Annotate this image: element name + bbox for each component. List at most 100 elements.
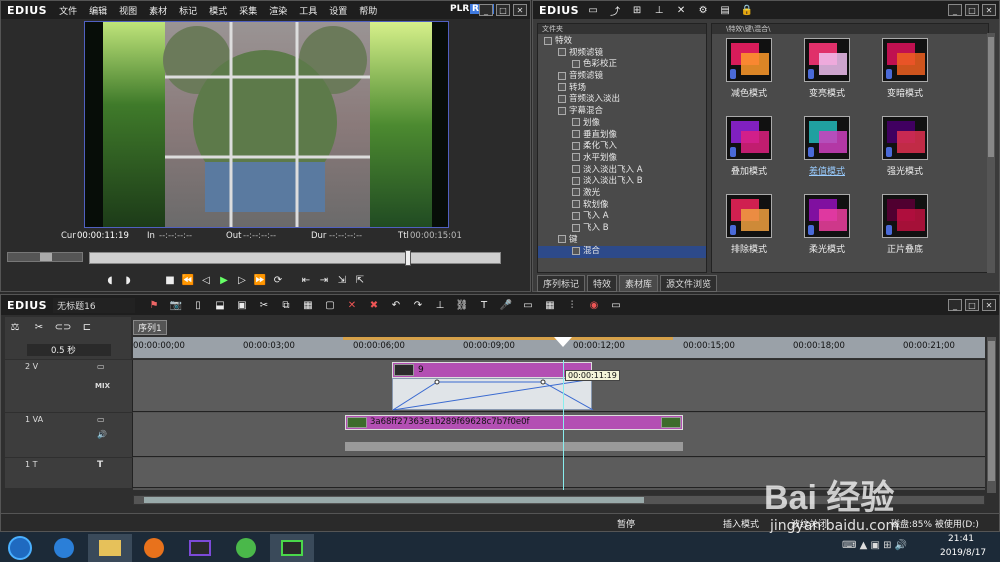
overwrite-icon[interactable]: ⇱ bbox=[351, 272, 369, 288]
mixer-icon[interactable]: ⫶ bbox=[564, 297, 580, 313]
clip-v2[interactable]: 9 bbox=[392, 362, 592, 378]
effect-thumbnail[interactable] bbox=[804, 194, 850, 238]
track-tool-icon-1[interactable]: ⚖ bbox=[7, 319, 23, 335]
render-icon[interactable]: ▭ bbox=[520, 297, 536, 313]
menu-item[interactable]: 帮助 bbox=[359, 7, 377, 17]
start-button[interactable] bbox=[0, 534, 40, 562]
track-t1-title-icon[interactable]: T bbox=[97, 460, 103, 470]
split-icon[interactable]: ⊥ bbox=[432, 297, 448, 313]
effect-label[interactable]: 正片叠底 bbox=[870, 242, 940, 255]
tree-item[interactable]: 音频淡入淡出 bbox=[538, 94, 706, 106]
menu-item[interactable]: 标记 bbox=[179, 7, 197, 17]
playhead-marker[interactable] bbox=[554, 337, 572, 347]
menu-item[interactable]: 素材 bbox=[149, 7, 167, 17]
shuttle-slider[interactable] bbox=[7, 252, 83, 262]
snapshot-icon[interactable]: 📷 bbox=[168, 297, 184, 313]
tree-item[interactable]: 淡入淡出飞入 A bbox=[538, 165, 706, 177]
delete-icon[interactable]: ✕ bbox=[673, 2, 689, 18]
effect-thumbnail[interactable] bbox=[726, 116, 772, 160]
effect-label[interactable]: 强光模式 bbox=[870, 164, 940, 177]
prev-edit-icon[interactable]: ⇤ bbox=[297, 272, 315, 288]
insert-icon[interactable]: ⇲ bbox=[333, 272, 351, 288]
effect-thumbnail[interactable] bbox=[804, 38, 850, 82]
up-folder-icon[interactable]: ⤴ bbox=[607, 2, 623, 18]
grid-icon[interactable]: ▦ bbox=[542, 297, 558, 313]
track-header-t1[interactable]: 1 T T bbox=[5, 458, 133, 488]
mic-icon[interactable]: 🎤 bbox=[498, 297, 514, 313]
open-icon[interactable]: ⬓ bbox=[212, 297, 228, 313]
taskbar-explorer-icon[interactable] bbox=[88, 534, 132, 562]
tree-item[interactable]: 垂直划像 bbox=[538, 130, 706, 142]
settings-icon[interactable]: ⚙ bbox=[695, 2, 711, 18]
ripple-delete-icon[interactable]: ✕ bbox=[344, 297, 360, 313]
menu-item[interactable]: 文件 bbox=[59, 7, 77, 17]
zoom-select[interactable]: 0.5 秒 bbox=[27, 344, 111, 356]
bin-tab[interactable]: 素材库 bbox=[619, 275, 659, 292]
effect-label[interactable]: 差值模式 bbox=[792, 164, 862, 177]
mark-in-icon[interactable]: ◖ bbox=[101, 272, 119, 288]
tree-item[interactable]: 软划像 bbox=[538, 200, 706, 212]
layout-icon[interactable]: ▭ bbox=[608, 297, 624, 313]
clock-date[interactable]: 2019/8/17 bbox=[940, 548, 986, 558]
tree-item[interactable]: 音频滤镜 bbox=[538, 71, 706, 83]
minimize-icon[interactable]: _ bbox=[479, 4, 493, 16]
position-handle[interactable] bbox=[405, 250, 411, 266]
loop-icon[interactable]: ⟳ bbox=[269, 272, 287, 288]
fast-forward-icon[interactable]: ⏩ bbox=[251, 272, 269, 288]
menu-item[interactable]: 视图 bbox=[119, 7, 137, 17]
tree-item[interactable]: 柔化飞入 bbox=[538, 141, 706, 153]
title-icon[interactable]: T bbox=[476, 297, 492, 313]
effect-label[interactable]: 变暗模式 bbox=[870, 86, 940, 99]
playhead[interactable] bbox=[563, 360, 564, 490]
timeline-close-icon[interactable]: ✕ bbox=[982, 299, 996, 311]
track-header-va1[interactable]: 1 VA ▭ 🔊 bbox=[5, 413, 133, 457]
tree-item[interactable]: 飞入 A bbox=[538, 211, 706, 223]
sequence-tab[interactable]: 序列1 bbox=[133, 320, 167, 335]
record-icon[interactable]: ◉ bbox=[586, 297, 602, 313]
replace-icon[interactable]: ▢ bbox=[322, 297, 338, 313]
effect-thumbnail[interactable] bbox=[726, 38, 772, 82]
tree-item[interactable]: 特效 bbox=[538, 36, 706, 48]
effect-thumbnail[interactable] bbox=[882, 116, 928, 160]
track-header-v2[interactable]: 2 V MIX ▭ bbox=[5, 360, 133, 412]
undo-icon[interactable]: ↶ bbox=[388, 297, 404, 313]
menu-item[interactable]: 渲染 bbox=[269, 7, 287, 17]
effect-label[interactable]: 叠加模式 bbox=[714, 164, 784, 177]
folder-icon[interactable]: ▭ bbox=[585, 2, 601, 18]
audio-clip-va1[interactable] bbox=[345, 442, 683, 451]
new-folder-icon[interactable]: ⊞ bbox=[629, 2, 645, 18]
menu-item[interactable]: 工具 bbox=[299, 7, 317, 17]
timeline-minimize-icon[interactable]: _ bbox=[948, 299, 962, 311]
link-icon[interactable]: ⛓ bbox=[454, 297, 470, 313]
tree-item[interactable]: 字幕混合 bbox=[538, 106, 706, 118]
bin-tab[interactable]: 序列标记 bbox=[537, 275, 586, 292]
bin-tab[interactable]: 源文件浏览 bbox=[660, 275, 718, 292]
track-tool-icon-4[interactable]: ⊏ bbox=[79, 319, 95, 335]
menu-item[interactable]: 采集 bbox=[239, 7, 257, 17]
step-forward-icon[interactable]: ▷ bbox=[233, 272, 251, 288]
bin-tab[interactable]: 特效 bbox=[587, 275, 618, 292]
redo-icon[interactable]: ↷ bbox=[410, 297, 426, 313]
paste-icon[interactable]: ▦ bbox=[300, 297, 316, 313]
tree-item[interactable]: 转场 bbox=[538, 83, 706, 95]
play-icon[interactable]: ▶ bbox=[215, 272, 233, 288]
taskbar-firefox-icon[interactable] bbox=[134, 534, 174, 562]
taskbar-edius-icon[interactable] bbox=[180, 534, 220, 562]
shuttle-handle[interactable] bbox=[40, 253, 52, 261]
mix-rubberband[interactable] bbox=[392, 378, 594, 411]
track-v2-video-icon[interactable]: ▭ bbox=[97, 362, 105, 371]
timeline-maximize-icon[interactable]: □ bbox=[965, 299, 979, 311]
lock-icon[interactable]: 🔒 bbox=[739, 2, 755, 18]
taskbar-refresh-icon[interactable] bbox=[226, 534, 266, 562]
tree-item[interactable]: 水平划像 bbox=[538, 153, 706, 165]
new-seq-icon[interactable]: ▯ bbox=[190, 297, 206, 313]
next-edit-icon[interactable]: ⇥ bbox=[315, 272, 333, 288]
close-icon[interactable]: ✕ bbox=[513, 4, 527, 16]
tree-item[interactable]: 飞入 B bbox=[538, 223, 706, 235]
menu-item[interactable]: 模式 bbox=[209, 7, 227, 17]
copy-icon[interactable]: ⧉ bbox=[278, 297, 294, 313]
effect-label[interactable]: 柔光模式 bbox=[792, 242, 862, 255]
effects-scrollbar[interactable] bbox=[987, 33, 995, 273]
menu-item[interactable]: 编辑 bbox=[89, 7, 107, 17]
track-va1-video-icon[interactable]: ▭ bbox=[97, 415, 105, 424]
